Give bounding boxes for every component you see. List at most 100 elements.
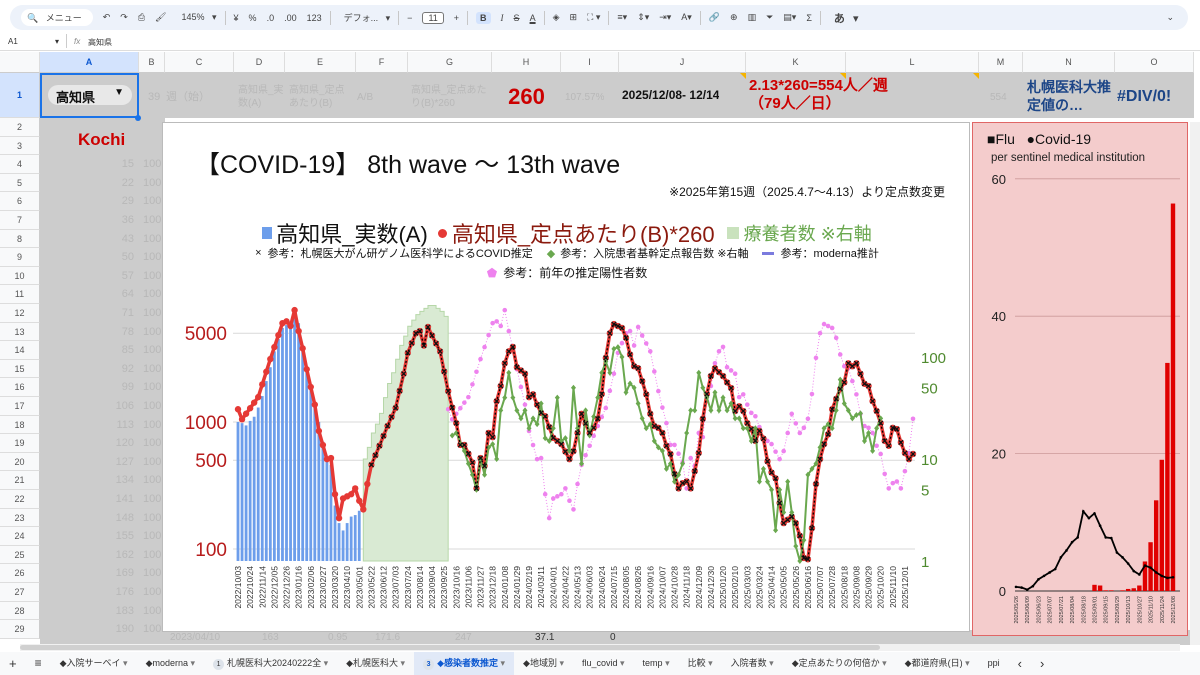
row-header-8[interactable]: 8: [0, 229, 40, 249]
row-header-16[interactable]: 16: [0, 378, 40, 397]
functions-icon[interactable]: Σ: [806, 13, 812, 23]
font-size-input[interactable]: 11: [422, 11, 444, 24]
horizontal-scrollbar[interactable]: [20, 644, 1180, 651]
cell-b-value[interactable]: 100: [143, 233, 162, 246]
row-header-6[interactable]: 6: [0, 192, 40, 211]
horizontal-scrollbar-thumb[interactable]: [20, 645, 880, 650]
formula-input[interactable]: 高知県: [88, 37, 112, 48]
strikethrough-button[interactable]: S: [514, 13, 520, 23]
sheet-tab[interactable]: ◆札幌医科大 ▾: [337, 652, 414, 675]
row-header-18[interactable]: 18: [0, 415, 40, 435]
cell-g1[interactable]: 高知県_定点あたり(B)*260: [411, 84, 491, 110]
row-header-14[interactable]: 14: [0, 341, 40, 360]
cell-b-value[interactable]: 100: [143, 549, 162, 562]
cell-b-value[interactable]: 100: [143, 214, 162, 227]
cell-week-number[interactable]: 169: [100, 567, 134, 580]
cell-week-number[interactable]: 106: [100, 400, 134, 413]
row-header-19[interactable]: 19: [0, 434, 40, 453]
cell-b-value[interactable]: 100: [143, 530, 162, 543]
cell-b-value[interactable]: 100: [143, 251, 162, 264]
scroll-tabs-right-button[interactable]: ›: [1031, 652, 1053, 675]
cell-week-number[interactable]: 57: [100, 270, 134, 283]
cell-b-value[interactable]: 100: [143, 605, 162, 618]
cell-week-number[interactable]: 120: [100, 437, 134, 450]
undo-icon[interactable]: ↶: [103, 12, 111, 23]
collapse-toolbar-chevron-icon[interactable]: ⌄: [1166, 12, 1174, 23]
borders-icon[interactable]: ⊞: [570, 12, 578, 23]
filter-icon[interactable]: ⏷: [766, 12, 773, 23]
row-header-4[interactable]: 4: [0, 155, 40, 174]
name-box-dropdown-icon[interactable]: ▾: [55, 37, 59, 46]
sheet-tab-menu-arrow-icon[interactable]: ▾: [663, 658, 670, 668]
cell-b-value[interactable]: 100: [143, 456, 162, 469]
row-header-27[interactable]: 27: [0, 583, 40, 602]
percent-button[interactable]: %: [249, 13, 257, 23]
row-header-21[interactable]: 21: [0, 471, 40, 490]
increase-decimal-button[interactable]: .00: [284, 13, 297, 23]
cell-week-number[interactable]: 155: [100, 530, 134, 543]
column-header-a[interactable]: A: [40, 52, 139, 73]
all-sheets-button[interactable]: ≡: [26, 652, 51, 675]
sheet-tab-menu-arrow-icon[interactable]: ▾: [767, 658, 774, 668]
cell-o1[interactable]: #DIV/0!: [1117, 87, 1171, 107]
row-header-20[interactable]: 20: [0, 452, 40, 472]
cell-b-value[interactable]: 100: [143, 586, 162, 599]
cell-b-value[interactable]: 100: [143, 400, 162, 413]
column-header-e[interactable]: E: [285, 52, 356, 73]
sheet-tab-menu-arrow-icon[interactable]: ▾: [706, 658, 713, 668]
fill-handle[interactable]: [135, 115, 141, 121]
vertical-align-icon[interactable]: ⇕▾: [637, 12, 649, 23]
insert-link-icon[interactable]: 🔗: [709, 12, 720, 23]
currency-button[interactable]: ¥: [234, 13, 239, 23]
row-header-7[interactable]: 7: [0, 211, 40, 230]
cell-b-value[interactable]: 100: [143, 437, 162, 450]
sheet-tab[interactable]: 入院者数 ▾: [722, 652, 783, 675]
input-tools-button[interactable]: あ ▾: [829, 10, 859, 26]
redo-icon[interactable]: ↷: [120, 12, 128, 23]
cell-week-number[interactable]: 50: [100, 251, 134, 264]
column-header-o[interactable]: O: [1115, 52, 1194, 73]
text-rotation-icon[interactable]: A▾: [681, 12, 692, 23]
cell-week-number[interactable]: 141: [100, 493, 134, 506]
scroll-tabs-left-button[interactable]: ‹: [1009, 652, 1031, 675]
insert-chart-icon[interactable]: ▥: [748, 12, 757, 23]
cell-b-value[interactable]: 100: [143, 381, 162, 394]
text-color-button[interactable]: A: [530, 13, 536, 23]
row-header-24[interactable]: 24: [0, 527, 40, 546]
text-wrap-icon[interactable]: ⇥▾: [659, 12, 671, 23]
row-header-22[interactable]: 22: [0, 490, 40, 509]
row-header-9[interactable]: 9: [0, 248, 40, 267]
merge-cells-icon[interactable]: ⛶ ▾: [587, 12, 600, 23]
flu-covid-chart[interactable]: ■Flu ●Covid-19 per sentinel medical inst…: [972, 122, 1188, 636]
cell-week-number[interactable]: 78: [100, 326, 134, 339]
fill-color-icon[interactable]: ◈: [553, 12, 560, 23]
sheet-tab[interactable]: 3 ◆感染者数推定 ▾: [414, 652, 515, 675]
insert-comment-icon[interactable]: ⊕: [730, 12, 738, 23]
print-icon[interactable]: ⎙: [138, 12, 145, 23]
column-header-h[interactable]: H: [492, 52, 561, 73]
cell-week-number[interactable]: 127: [100, 456, 134, 469]
row-header-11[interactable]: 11: [0, 285, 40, 304]
font-size-increase-button[interactable]: +: [454, 13, 459, 23]
row-header-23[interactable]: 23: [0, 508, 40, 528]
cell-m1[interactable]: 554: [990, 91, 1007, 104]
sheet-tab-menu-arrow-icon[interactable]: ▾: [321, 658, 329, 668]
column-header-b[interactable]: B: [139, 52, 165, 73]
number-format-button[interactable]: 123: [307, 13, 322, 23]
sheet-tab-menu-arrow-icon[interactable]: ▾: [880, 658, 887, 668]
sheet-tab[interactable]: 比較 ▾: [679, 652, 722, 675]
paint-format-icon[interactable]: 🖌: [155, 12, 166, 23]
cell-week-number[interactable]: 64: [100, 288, 134, 301]
row-header-10[interactable]: 10: [0, 266, 40, 286]
column-header-d[interactable]: D: [234, 52, 285, 73]
cell-a2-kochi[interactable]: Kochi: [78, 130, 125, 150]
cell-b-value[interactable]: 100: [143, 623, 162, 636]
cell-week-number[interactable]: 22: [100, 177, 134, 190]
column-header-g[interactable]: G: [408, 52, 492, 73]
sheet-tab[interactable]: 1 札幌医科大20240222全 ▾: [204, 652, 337, 675]
cell-week-number[interactable]: 71: [100, 307, 134, 320]
row-header-25[interactable]: 25: [0, 545, 40, 565]
cell-b-value[interactable]: 100: [143, 512, 162, 525]
column-header-f[interactable]: F: [356, 52, 408, 73]
column-header-l[interactable]: L: [846, 52, 979, 73]
